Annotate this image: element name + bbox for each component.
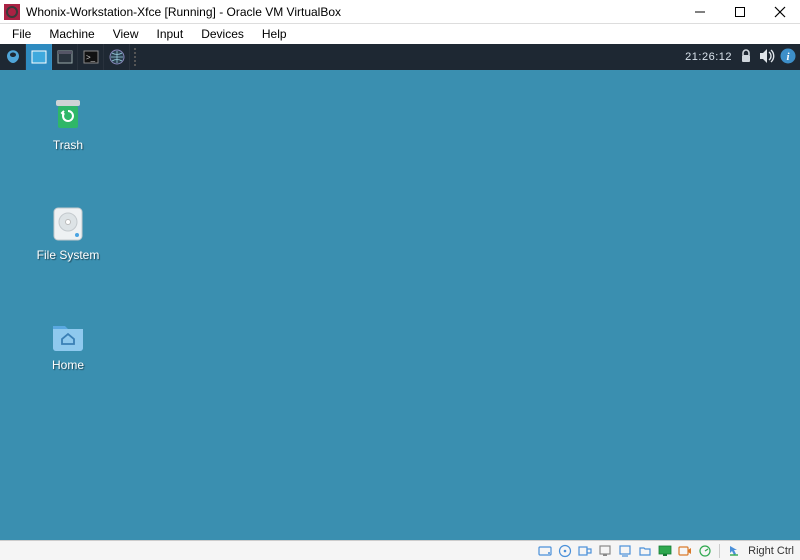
home-folder-icon: [48, 314, 88, 354]
menu-file[interactable]: File: [4, 25, 39, 43]
sb-audio-icon[interactable]: [577, 543, 593, 559]
desktop-icon-label: Trash: [28, 138, 108, 152]
volume-icon[interactable]: [758, 47, 776, 68]
sb-recording-icon[interactable]: [677, 543, 693, 559]
virtualbox-statusbar: Right Ctrl: [0, 540, 800, 560]
menu-help[interactable]: Help: [254, 25, 295, 43]
maximize-button[interactable]: [720, 0, 760, 24]
drive-icon: [48, 204, 88, 244]
minimize-button[interactable]: [680, 0, 720, 24]
menu-machine[interactable]: Machine: [41, 25, 102, 43]
sb-optical-icon[interactable]: [557, 543, 573, 559]
web-launcher[interactable]: [104, 44, 130, 70]
menu-view[interactable]: View: [105, 25, 147, 43]
desktop-icon-filesystem[interactable]: File System: [28, 204, 108, 262]
sb-separator: [719, 544, 720, 558]
panel-clock[interactable]: 21:26:12: [685, 51, 732, 63]
menu-devices[interactable]: Devices: [193, 25, 252, 43]
host-titlebar: Whonix-Workstation-Xfce [Running] - Orac…: [0, 0, 800, 24]
close-button[interactable]: [760, 0, 800, 24]
sb-mouse-integration-icon[interactable]: [726, 543, 742, 559]
panel-separator: [134, 48, 140, 66]
desktop-icon-trash[interactable]: Trash: [28, 94, 108, 152]
host-key-indicator[interactable]: Right Ctrl: [748, 545, 794, 557]
sb-harddisk-icon[interactable]: [537, 543, 553, 559]
window-title: Whonix-Workstation-Xfce [Running] - Orac…: [24, 5, 341, 19]
virtualbox-icon: [4, 4, 20, 20]
guest-desktop[interactable]: Trash File System Home: [0, 70, 800, 540]
sb-shared-folders-icon[interactable]: [637, 543, 653, 559]
terminal-launcher[interactable]: >_: [78, 44, 104, 70]
xfce-panel: >_ 21:26:12 i: [0, 44, 800, 70]
sb-network-icon[interactable]: [597, 543, 613, 559]
info-icon[interactable]: i: [780, 48, 796, 67]
show-desktop-button[interactable]: [26, 44, 52, 70]
desktop-icon-home[interactable]: Home: [28, 314, 108, 372]
sb-cpu-icon[interactable]: [697, 543, 713, 559]
svg-text:>_: >_: [86, 53, 96, 62]
whisker-menu-button[interactable]: [0, 44, 26, 70]
trash-icon: [48, 94, 88, 134]
desktop-icon-label: File System: [28, 248, 108, 262]
file-manager-launcher[interactable]: [52, 44, 78, 70]
lock-icon[interactable]: [738, 48, 754, 67]
sb-display-icon[interactable]: [657, 543, 673, 559]
desktop-icon-label: Home: [28, 358, 108, 372]
menu-input[interactable]: Input: [149, 25, 192, 43]
sb-usb-icon[interactable]: [617, 543, 633, 559]
virtualbox-menubar: File Machine View Input Devices Help: [0, 24, 800, 44]
